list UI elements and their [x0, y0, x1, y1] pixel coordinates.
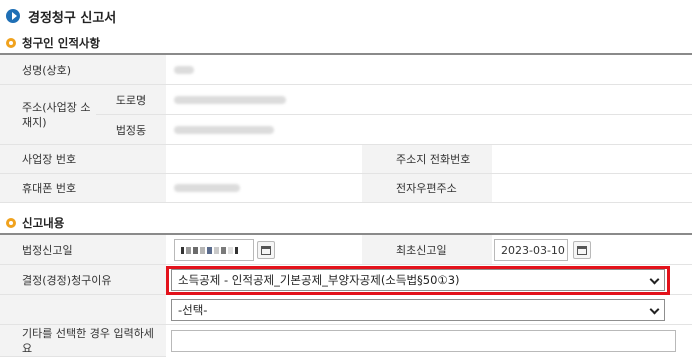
masked-name [174, 65, 194, 74]
reason-select[interactable]: 소득공제 - 인적공제_기본공제_부양자공제(소득법§50①3) [171, 269, 665, 291]
masked-road-address [174, 95, 286, 104]
first-date-input[interactable]: 2023-03-10 [494, 239, 568, 261]
label-address: 주소(사업장 소재지) [0, 85, 96, 145]
masked-mobile [174, 184, 240, 192]
label-name: 성명(상호) [0, 55, 166, 85]
label-mobile: 휴대폰 번호 [0, 174, 166, 203]
section-title-text: 청구인 인적사항 [22, 36, 101, 50]
label-business-no: 사업장 번호 [0, 145, 166, 174]
label-sub-reason-blank [0, 295, 166, 325]
masked-legal-date [181, 246, 238, 254]
value-mobile [166, 174, 362, 203]
label-lot: 법정동 [96, 115, 166, 145]
title-bullet-icon [6, 9, 20, 23]
value-road-address [166, 85, 692, 115]
label-other-input: 기타를 선택한 경우 입력하세요 [0, 325, 166, 357]
label-first-date: 최초신고일 [362, 235, 492, 265]
section-title-report: 신고내용 [6, 215, 64, 231]
label-road: 도로명 [96, 85, 166, 115]
chevron-down-icon [649, 274, 660, 285]
masked-lot-address [174, 125, 274, 134]
label-email: 전자우편주소 [362, 174, 492, 203]
page-title: 경정청구 신고서 [6, 6, 116, 26]
value-address-phone [492, 145, 692, 174]
page-title-text: 경정청구 신고서 [28, 10, 117, 26]
first-date-calendar-button[interactable] [573, 241, 591, 259]
section-dot-icon [6, 38, 16, 48]
sub-reason-select[interactable]: -선택- [171, 299, 665, 321]
value-lot-address [166, 115, 692, 145]
section-title-text: 신고내용 [22, 216, 65, 230]
label-legal-date: 법정신고일 [0, 235, 166, 265]
calendar-icon [577, 245, 587, 255]
calendar-icon [261, 245, 271, 255]
sub-reason-select-value: -선택- [178, 303, 208, 317]
value-business-no [166, 145, 362, 174]
reason-select-value: 소득공제 - 인적공제_기본공제_부양자공제(소득법§50①3) [178, 273, 460, 287]
other-reason-input[interactable] [171, 330, 676, 352]
value-name [166, 55, 692, 85]
legal-date-calendar-button[interactable] [257, 241, 275, 259]
section-title-claimant: 청구인 인적사항 [6, 35, 100, 51]
value-email [492, 174, 692, 203]
label-address-phone: 주소지 전화번호 [362, 145, 492, 174]
chevron-down-icon [649, 304, 660, 315]
section-dot-icon [6, 218, 16, 228]
label-reason: 결정(경정)청구이유 [0, 265, 166, 295]
legal-date-input[interactable] [174, 239, 254, 261]
